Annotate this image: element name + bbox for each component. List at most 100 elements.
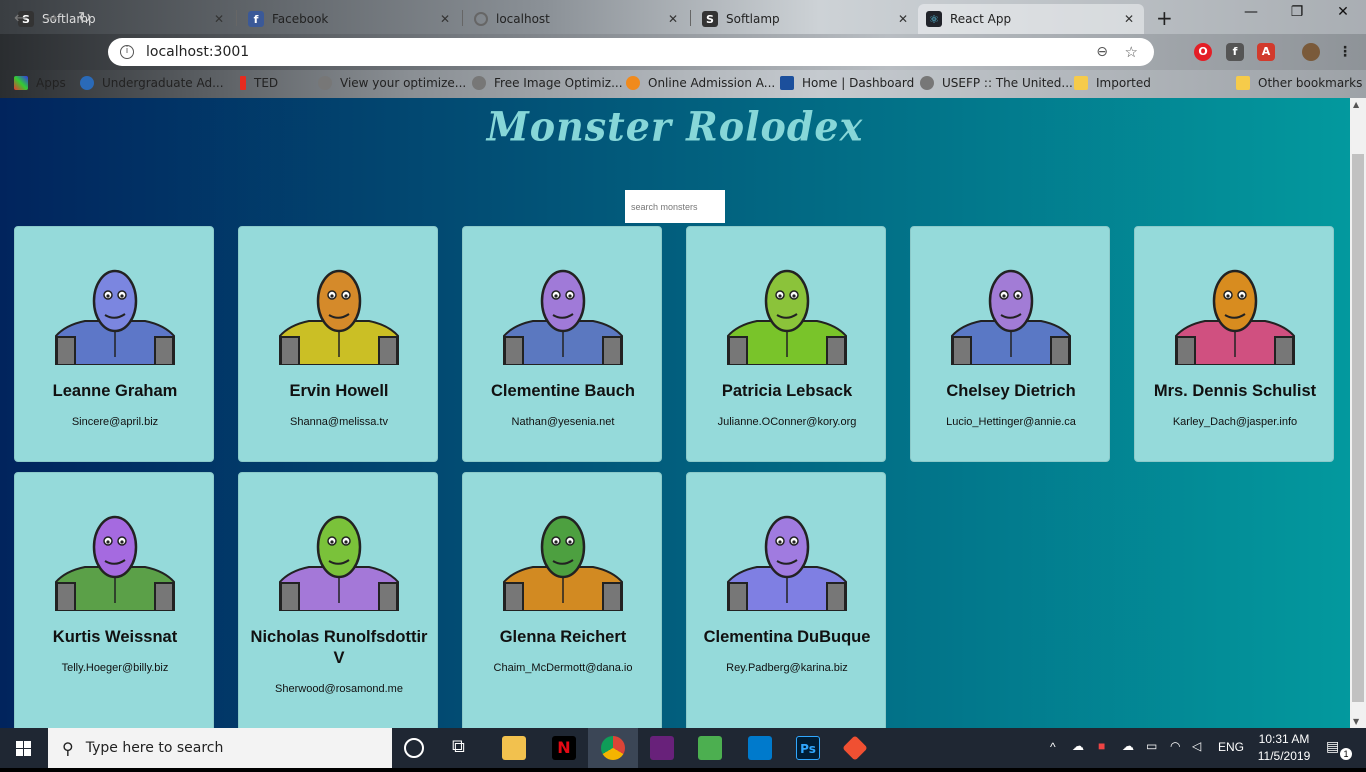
restore-button[interactable]: ❐ [1274,4,1320,28]
notification-count-badge: 1 [1340,748,1352,760]
facebook-extension-icon[interactable]: f [1226,43,1244,61]
chrome-icon[interactable] [601,736,625,760]
bookmark-usefp[interactable]: USEFP :: The United... [920,76,1073,90]
monster-card[interactable]: Ervin Howell Shanna@melissa.tv [238,226,438,462]
wifi-icon[interactable]: ◠ [1170,739,1180,753]
site-info-icon[interactable]: i [120,45,134,59]
monster-name: Patricia Lebsack [721,382,853,400]
tab-react-app[interactable]: ⚛ React App ✕ [918,4,1144,34]
tab-facebook[interactable]: f Facebook ✕ [240,4,460,34]
profile-avatar[interactable] [1302,43,1320,61]
address-bar[interactable]: i localhost:3001 ☆ ⊖ [108,38,1154,66]
monster-card[interactable]: Patricia Lebsack Julianne.OConner@kory.or… [686,226,886,462]
pdf-extension-icon[interactable]: A [1257,43,1275,61]
netflix-icon[interactable]: N [552,736,576,760]
monster-card[interactable]: Clementina DuBuque Rey.Padberg@karina.biz [686,472,886,728]
onedrive-cloud-icon[interactable]: ☁ [1072,739,1084,753]
monster-email: Chaim_McDermott@dana.io [493,662,633,674]
monster-name: Clementina DuBuque [703,628,871,646]
bookmark-other[interactable]: Other bookmarks [1236,76,1362,90]
bookmark-star-icon[interactable]: ☆ [1125,43,1138,61]
page-scrollbar[interactable]: ▲ ▼ [1350,98,1366,728]
softlamp-favicon-icon: S [702,11,718,27]
monster-email: Shanna@melissa.tv [290,416,388,428]
university-icon [80,76,94,90]
language-indicator[interactable]: ENG [1218,740,1244,754]
close-tab-icon[interactable]: ✕ [214,12,224,26]
tab-localhost[interactable]: localhost ✕ [466,4,688,34]
visual-studio-icon[interactable] [650,736,674,760]
close-tab-icon[interactable]: ✕ [898,12,908,26]
show-hidden-icons-chevron-icon[interactable]: ^ [1050,740,1056,754]
monster-card[interactable]: Leanne Graham Sincere@april.biz [14,226,214,462]
folder-icon [1236,76,1250,90]
back-arrow-icon[interactable]: ← [14,8,27,27]
minimize-button[interactable]: — [1228,4,1274,28]
bookmark-imported[interactable]: Imported [1074,76,1151,90]
apps-grid-icon [14,76,28,90]
monster-email: Nathan@yesenia.net [511,416,615,428]
forward-arrow-icon[interactable]: → [44,8,57,27]
scroll-up-icon[interactable]: ▲ [1353,100,1359,109]
bookmark-undergraduate[interactable]: Undergraduate Ad... [80,76,224,90]
page-title: Monster Rolodex [486,102,864,151]
monster-card[interactable]: Mrs. Dennis Schulist Karley_Dach@jasper.i… [1134,226,1334,462]
search-input[interactable] [625,190,725,223]
monster-avatar-icon [55,515,175,611]
battery-icon[interactable]: ▭ [1146,739,1157,753]
monster-avatar-icon [279,269,399,365]
close-tab-icon[interactable]: ✕ [668,12,678,26]
tab-label: localhost [496,12,550,26]
close-tab-icon[interactable]: ✕ [440,12,450,26]
start-button[interactable] [0,728,48,768]
react-logo-icon: ⚛ [926,11,942,27]
monster-email: Lucio_Hettinger@annie.ca [946,416,1076,428]
notification-app-icon[interactable]: ■ [1098,739,1105,753]
new-tab-button[interactable]: + [1156,6,1173,30]
photoshop-icon[interactable]: Ps [796,736,820,760]
taskbar-search-placeholder: Type here to search [85,740,224,756]
git-icon[interactable] [842,735,868,761]
tab-label: Softlamp [726,12,780,26]
folder-icon [1074,76,1088,90]
monster-card[interactable]: Kurtis Weissnat Telly.Hoeger@billy.biz [14,472,214,728]
close-window-button[interactable]: ✕ [1320,4,1366,28]
task-view-icon[interactable]: ⧉ [452,736,476,760]
volume-icon[interactable]: ◁ [1192,739,1201,753]
search-icon: ⚲ [62,738,74,758]
bookmark-view-optimize[interactable]: View your optimize... [318,76,466,90]
reload-icon[interactable]: ↻ [78,8,91,27]
file-explorer-icon[interactable] [502,736,526,760]
monster-avatar-icon [951,269,1071,365]
close-tab-icon[interactable]: ✕ [1124,12,1134,26]
menu-dots-icon[interactable]: ⋮ [1336,43,1354,61]
uet-icon [780,76,794,90]
globe-icon [474,12,488,26]
taskbar-search-box[interactable]: ⚲ Type here to search [48,728,392,768]
bookmark-free-image[interactable]: Free Image Optimiz... [472,76,623,90]
monster-avatar-icon [503,515,623,611]
tab-softlamp-2[interactable]: S Softlamp ✕ [694,4,918,34]
scrollbar-thumb[interactable] [1352,154,1364,702]
bookmark-apps[interactable]: Apps [14,76,66,90]
action-center-icon[interactable]: ▤ [1326,738,1339,755]
bookmark-ted[interactable]: TED [240,76,278,90]
monster-card[interactable]: Clementine Bauch Nathan@yesenia.net [462,226,662,462]
monster-card[interactable]: Chelsey Dietrich Lucio_Hettinger@annie.ca [910,226,1110,462]
bookmark-home-dashboard[interactable]: Home | Dashboard [780,76,914,90]
monster-card[interactable]: Glenna Reichert Chaim_McDermott@dana.io [462,472,662,728]
vscode-icon[interactable] [748,736,772,760]
app-icon[interactable] [698,736,722,760]
cloud-upload-icon[interactable]: ☁ [1122,739,1134,753]
monster-card[interactable]: Nicholas Runolfsdottir V Sherwood@rosamon… [238,472,438,728]
monster-email: Telly.Hoeger@billy.biz [61,662,169,674]
bookmark-online-admission[interactable]: Online Admission A... [626,76,775,90]
scroll-down-icon[interactable]: ▼ [1353,717,1359,726]
monster-email: Karley_Dach@jasper.info [1172,416,1298,428]
globe-icon [472,76,486,90]
clock-date[interactable]: 11/5/2019 [1254,749,1314,763]
clock-time[interactable]: 10:31 AM [1256,732,1312,746]
zoom-icon[interactable]: ⊖ [1096,44,1108,60]
opera-vpn-extension-icon[interactable]: O [1194,43,1212,61]
cortana-icon[interactable] [404,738,424,758]
